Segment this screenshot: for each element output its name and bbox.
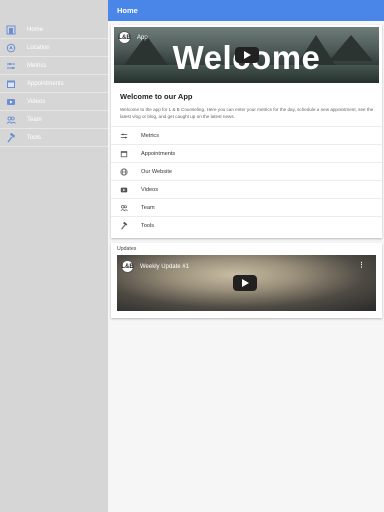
main-content: Welcome L&B App Welcome to our App Welco… (108, 21, 384, 512)
video-icon (6, 97, 16, 107)
menu-item-tools[interactable]: Tools (111, 216, 382, 234)
sliders-icon (6, 61, 16, 71)
menu-item-appointments[interactable]: Appointments (111, 144, 382, 162)
menu-item-label: Our Website (141, 168, 172, 175)
sidebar-item-label: Home (27, 26, 44, 33)
welcome-description: Welcome to the app for L & B Counseling.… (120, 107, 374, 119)
sidebar-item-location[interactable]: Location (0, 39, 108, 57)
menu-item-label: Tools (141, 222, 155, 229)
sidebar-item-label: Team (27, 116, 42, 123)
calendar-icon (120, 150, 128, 158)
sliders-icon (120, 132, 128, 140)
sidebar-header (0, 0, 108, 21)
hammer-icon (6, 132, 16, 143)
update-video[interactable]: L&B Weekly Update #1 ⋮ (117, 255, 376, 311)
location-icon (6, 43, 16, 53)
sidebar-item-tools[interactable]: Tools (0, 129, 108, 147)
sidebar-item-videos[interactable]: Videos (0, 93, 108, 111)
menu-item-label: Appointments (141, 150, 176, 157)
updates-heading: Updates (117, 246, 137, 252)
menu-item-label: Team (141, 204, 155, 211)
sidebar-item-label: Videos (27, 98, 46, 105)
page-title: Home (117, 6, 138, 15)
sidebar-item-appointments[interactable]: Appointments (0, 75, 108, 93)
hero-video[interactable]: Welcome L&B App (114, 27, 379, 83)
app-bar: Home (108, 0, 384, 21)
channel-logo: L&B (121, 260, 134, 273)
play-icon (243, 51, 251, 59)
hammer-icon (120, 221, 128, 230)
sidebar-item-metrics[interactable]: Metrics (0, 57, 108, 75)
sidebar: Home Location Metrics Appointments Video… (0, 0, 108, 512)
sidebar-item-label: Appointments (27, 80, 64, 87)
menu-item-label: Metrics (141, 132, 160, 139)
welcome-card: Welcome L&B App Welcome to our App Welco… (111, 25, 382, 238)
menu-item-videos[interactable]: Videos (111, 180, 382, 198)
play-button[interactable] (235, 47, 259, 63)
video-title: Weekly Update #1 (140, 264, 189, 270)
team-icon (120, 204, 128, 212)
globe-icon (120, 167, 128, 176)
sidebar-item-label: Tools (27, 134, 42, 141)
updates-card: Updates L&B Weekly Update #1 ⋮ (111, 243, 382, 318)
menu-item-metrics[interactable]: Metrics (111, 126, 382, 144)
menu-item-team[interactable]: Team (111, 198, 382, 216)
play-button[interactable] (233, 275, 257, 291)
calendar-icon (6, 79, 16, 89)
home-icon (6, 25, 16, 35)
sidebar-item-home[interactable]: Home (0, 21, 108, 39)
sidebar-item-label: Metrics (27, 62, 47, 69)
menu-item-our-website[interactable]: Our Website (111, 162, 382, 180)
team-icon (6, 115, 16, 125)
sidebar-item-label: Location (27, 44, 50, 51)
channel-logo: L&B (118, 31, 131, 44)
play-icon (241, 279, 249, 287)
video-icon (120, 186, 128, 194)
welcome-heading: Welcome to our App (120, 92, 193, 101)
more-options-icon[interactable]: ⋮ (358, 261, 365, 269)
sidebar-item-team[interactable]: Team (0, 111, 108, 129)
video-title: App (137, 35, 148, 41)
menu-list: Metrics Appointments Our Website Videos (111, 126, 382, 234)
menu-item-label: Videos (141, 186, 159, 193)
